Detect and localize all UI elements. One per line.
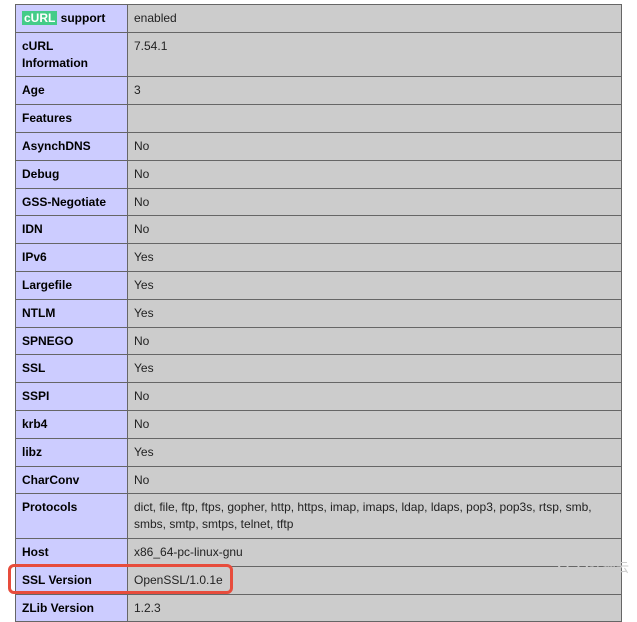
table-row: Hostx86_64-pc-linux-gnu <box>16 538 622 566</box>
table-row: cURL supportenabled <box>16 5 622 33</box>
table-row: LargefileYes <box>16 271 622 299</box>
table-row: IPv6Yes <box>16 244 622 272</box>
row-value: enabled <box>128 5 622 33</box>
row-label: GSS-Negotiate <box>16 188 128 216</box>
row-label: krb4 <box>16 410 128 438</box>
table-row: cURL Information7.54.1 <box>16 32 622 77</box>
table-row: AsynchDNSNo <box>16 132 622 160</box>
table-row: SSL VersionOpenSSL/1.0.1e <box>16 566 622 594</box>
row-value: No <box>128 160 622 188</box>
table-row: NTLMYes <box>16 299 622 327</box>
row-label: AsynchDNS <box>16 132 128 160</box>
row-label: IDN <box>16 216 128 244</box>
watermark-text: 亿速云 <box>590 557 629 576</box>
row-value: No <box>128 383 622 411</box>
row-value: No <box>128 466 622 494</box>
row-label: Protocols <box>16 494 128 539</box>
table-row: CharConvNo <box>16 466 622 494</box>
row-value: Yes <box>128 244 622 272</box>
row-label: cURL Information <box>16 32 128 77</box>
row-label: libz <box>16 438 128 466</box>
row-value: Yes <box>128 271 622 299</box>
table-row: SPNEGONo <box>16 327 622 355</box>
table-row: GSS-NegotiateNo <box>16 188 622 216</box>
table-row: Features <box>16 105 622 133</box>
row-label: ZLib Version <box>16 594 128 622</box>
row-value: x86_64-pc-linux-gnu <box>128 538 622 566</box>
table-row: Age3 <box>16 77 622 105</box>
row-label: SPNEGO <box>16 327 128 355</box>
row-value: No <box>128 188 622 216</box>
row-label: CharConv <box>16 466 128 494</box>
row-value: No <box>128 410 622 438</box>
row-value: No <box>128 216 622 244</box>
row-value <box>128 105 622 133</box>
table-row: IDNNo <box>16 216 622 244</box>
row-value: Yes <box>128 355 622 383</box>
row-label: Features <box>16 105 128 133</box>
table-row: DebugNo <box>16 160 622 188</box>
row-value: dict, file, ftp, ftps, gopher, http, htt… <box>128 494 622 539</box>
table-row: SSPINo <box>16 383 622 411</box>
table-row: Protocolsdict, file, ftp, ftps, gopher, … <box>16 494 622 539</box>
cloud-icon <box>558 558 586 576</box>
row-label: SSL Version <box>16 566 128 594</box>
row-label: cURL support <box>16 5 128 33</box>
row-label: IPv6 <box>16 244 128 272</box>
row-value: 1.2.3 <box>128 594 622 622</box>
row-label: SSL <box>16 355 128 383</box>
row-label: SSPI <box>16 383 128 411</box>
row-value: Yes <box>128 299 622 327</box>
row-value: No <box>128 327 622 355</box>
row-label: NTLM <box>16 299 128 327</box>
row-label: Largefile <box>16 271 128 299</box>
watermark: 亿速云 <box>558 557 629 576</box>
table-row: libzYes <box>16 438 622 466</box>
phpinfo-curl-table: cURL supportenabledcURL Information7.54.… <box>15 4 622 622</box>
row-label: Host <box>16 538 128 566</box>
table-row: ZLib Version1.2.3 <box>16 594 622 622</box>
row-label: Debug <box>16 160 128 188</box>
row-value: OpenSSL/1.0.1e <box>128 566 622 594</box>
row-value: 3 <box>128 77 622 105</box>
table-row: krb4No <box>16 410 622 438</box>
row-label: Age <box>16 77 128 105</box>
table-row: SSLYes <box>16 355 622 383</box>
row-value: 7.54.1 <box>128 32 622 77</box>
row-value: Yes <box>128 438 622 466</box>
row-value: No <box>128 132 622 160</box>
